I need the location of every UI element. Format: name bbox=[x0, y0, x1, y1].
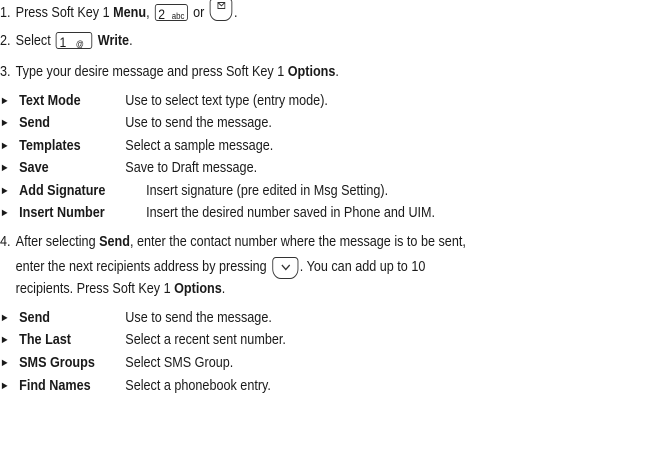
option-desc: Select a recent sent number. bbox=[125, 332, 286, 348]
option-desc: Use to send the message. bbox=[125, 310, 272, 326]
key-1-at-icon: 1 @ bbox=[55, 31, 93, 50]
step-2: 2. Select 1 @ Write. bbox=[0, 31, 133, 51]
option-term: SMS Groups bbox=[19, 355, 95, 371]
option-desc: Insert the desired number saved in Phone… bbox=[146, 205, 436, 221]
step-4: 4. After selecting Send, enter the contac… bbox=[0, 232, 466, 252]
key-main-label: 2 bbox=[158, 5, 166, 22]
bullet-arrow-icon: ► bbox=[0, 95, 10, 107]
step-number: 2. bbox=[0, 33, 11, 49]
step-text: After selecting bbox=[15, 234, 100, 250]
bullet-arrow-icon: ► bbox=[0, 162, 10, 174]
step-text: . bbox=[129, 33, 133, 49]
option-term: Find Names bbox=[19, 378, 91, 394]
step-text: Press Soft Key 1 bbox=[15, 4, 114, 21]
instruction-document: 1. Press Soft Key 1 Menu, 2 abc or . 2. Sel… bbox=[0, 0, 567, 476]
send-term: Send bbox=[99, 234, 130, 250]
bullet-arrow-icon: ► bbox=[0, 357, 10, 369]
option-desc: Use to select text type (entry mode). bbox=[125, 93, 328, 109]
key-sub-label: @ bbox=[75, 38, 84, 49]
option-desc: Save to Draft message. bbox=[125, 160, 258, 176]
option-desc: Select a sample message. bbox=[125, 138, 274, 154]
step-text: Select bbox=[15, 33, 55, 49]
step-text: . You can add up to 10 bbox=[299, 258, 426, 275]
option-desc: Insert signature (pre edited in Msg Sett… bbox=[146, 183, 389, 199]
step-text: or bbox=[189, 4, 208, 21]
options-term: Options bbox=[174, 281, 222, 297]
bullet-arrow-icon: ► bbox=[0, 185, 10, 197]
step-4-line-3: recipients. Press Soft Key 1 Options. bbox=[16, 279, 226, 299]
step-text: . bbox=[233, 4, 238, 21]
step-text: , enter the contact number where the mes… bbox=[129, 234, 466, 250]
key-main-label: 1 bbox=[59, 33, 67, 50]
bullet-arrow-icon: ► bbox=[0, 334, 10, 346]
option-term: Save bbox=[19, 160, 49, 176]
step-text: . bbox=[335, 64, 339, 80]
step-text: enter the next recipients address by pre… bbox=[15, 258, 267, 275]
option-term: Text Mode bbox=[19, 93, 81, 109]
nav-down-icon bbox=[271, 257, 299, 279]
options-term: Options bbox=[287, 64, 336, 80]
option-term: Send bbox=[19, 115, 50, 131]
step-number: 3. bbox=[0, 64, 11, 80]
bullet-arrow-icon: ► bbox=[0, 140, 10, 152]
step-text: . bbox=[221, 281, 226, 297]
write-term: Write bbox=[97, 33, 130, 49]
option-term: Insert Number bbox=[19, 205, 105, 221]
option-term: Add Signature bbox=[19, 183, 106, 199]
option-desc: Select SMS Group. bbox=[125, 355, 234, 371]
step-3: 3. Type your desire message and press Sof… bbox=[0, 62, 339, 82]
step-text: , bbox=[146, 4, 154, 21]
step-number: 4. bbox=[0, 234, 11, 250]
step-text: Type your desire message and press Soft … bbox=[15, 64, 288, 80]
key-2-abc-icon: 2 abc bbox=[154, 3, 188, 22]
option-term: Send bbox=[19, 310, 50, 326]
envelope-icon bbox=[209, 0, 233, 21]
option-desc: Use to send the message. bbox=[125, 115, 272, 131]
bullet-arrow-icon: ► bbox=[0, 380, 10, 392]
step-1: 1. Press Soft Key 1 Menu, 2 abc or . bbox=[0, 0, 238, 24]
option-term: Templates bbox=[19, 138, 81, 154]
step-text: recipients. Press Soft Key 1 bbox=[15, 281, 175, 297]
bullet-arrow-icon: ► bbox=[0, 207, 10, 219]
step-4-line-2: enter the next recipients address by pre… bbox=[15, 256, 426, 279]
bullet-arrow-icon: ► bbox=[0, 117, 10, 129]
menu-term: Menu bbox=[113, 4, 147, 21]
option-desc: Select a phonebook entry. bbox=[125, 378, 271, 394]
key-sub-label: abc bbox=[171, 10, 185, 21]
option-term: The Last bbox=[19, 332, 72, 348]
bullet-arrow-icon: ► bbox=[0, 312, 10, 324]
step-number: 1. bbox=[0, 4, 11, 21]
